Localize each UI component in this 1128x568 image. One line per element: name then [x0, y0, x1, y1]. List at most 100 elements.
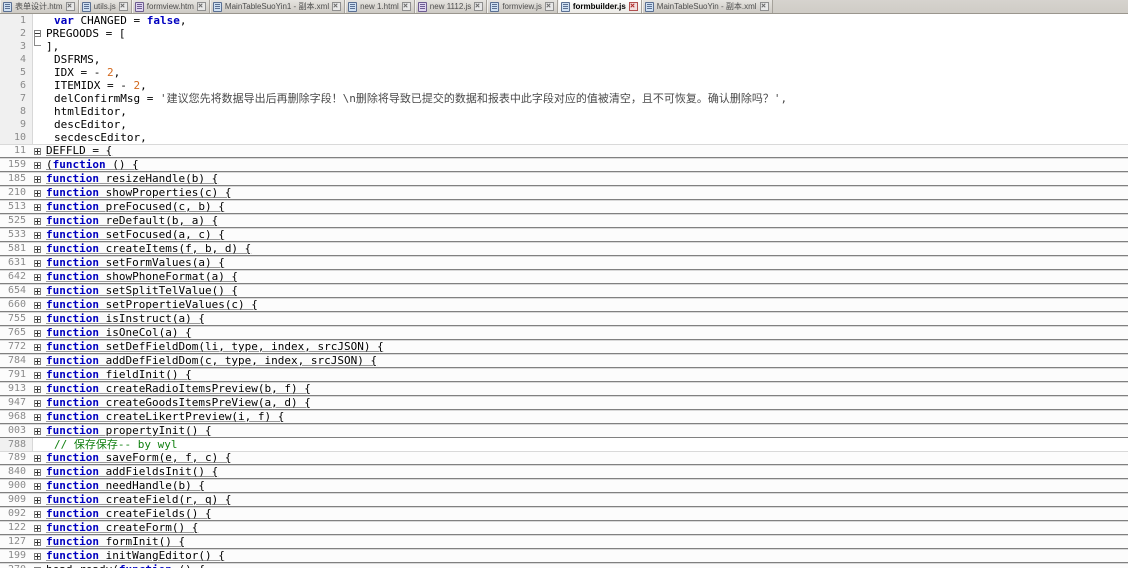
code-line-folded[interactable]: 660 function setPropertieValues(c) {	[0, 298, 1128, 312]
code-line-folded[interactable]: 092 function createFields() {	[0, 507, 1128, 521]
code-line-folded[interactable]: 947 function createGoodsItemsPreView(a, d…	[0, 396, 1128, 410]
code-line-folded[interactable]: 789 function saveForm(e, f, c) {	[0, 451, 1128, 465]
code-line[interactable]: 8 htmlEditor,	[0, 105, 1128, 118]
fold-expand-icon[interactable]	[34, 511, 41, 518]
code-line-folded[interactable]: 913 function createRadioItemsPreview(b, f…	[0, 382, 1128, 396]
code-line-folded[interactable]: 525 function reDefault(b, a) {	[0, 214, 1128, 228]
code-line[interactable]: 5 IDX = - 2,	[0, 66, 1128, 79]
code-line[interactable]: 1 var CHANGED = false,	[0, 14, 1128, 27]
editor-tab-label: new 1112.js	[429, 2, 472, 11]
code-line-folded[interactable]: 210 function showProperties(c) {	[0, 186, 1128, 200]
fold-expand-icon[interactable]	[34, 455, 41, 462]
fold-expand-icon[interactable]	[34, 162, 41, 169]
fold-expand-icon[interactable]	[34, 428, 41, 435]
fold-expand-icon[interactable]	[34, 497, 41, 504]
editor-tab[interactable]: formbuilder.js	[557, 0, 642, 13]
fold-expand-icon[interactable]	[34, 288, 41, 295]
code-line-folded[interactable]: 533 function setFocused(a, c) {	[0, 228, 1128, 242]
code-line-folded[interactable]: 784 function addDefFieldDom(c, type, inde…	[0, 354, 1128, 368]
fold-expand-icon[interactable]	[34, 302, 41, 309]
code-line-folded[interactable]: 755 function isInstruct(a) {	[0, 312, 1128, 326]
fold-expand-icon[interactable]	[34, 330, 41, 337]
close-icon[interactable]	[628, 2, 638, 11]
fold-expand-icon[interactable]	[34, 386, 41, 393]
code-editor-area[interactable]: 1 var CHANGED = false, 2 PREGOODS = [3], 4 DS…	[0, 14, 1128, 568]
code-line-folded[interactable]: 11 DEFFLD = {	[0, 144, 1128, 158]
fold-expand-icon[interactable]	[34, 232, 41, 239]
code-line[interactable]: 4 DSFRMS,	[0, 53, 1128, 66]
editor-tab[interactable]: new 1112.js	[414, 0, 488, 13]
editor-tab[interactable]: formview.htm	[131, 0, 210, 13]
code-line-folded[interactable]: 513 function preFocused(c, b) {	[0, 200, 1128, 214]
code-line-folded[interactable]: 199 function initWangEditor() {	[0, 549, 1128, 563]
fold-expand-icon[interactable]	[34, 204, 41, 211]
code-line-folded[interactable]: 772 function setDefFieldDom(li, type, ind…	[0, 340, 1128, 354]
code-line-folded[interactable]: 909 function createField(r, q) {	[0, 493, 1128, 507]
editor-tab[interactable]: MainTableSuoYin1 - 副本.xml	[209, 0, 346, 13]
fold-expand-icon[interactable]	[34, 218, 41, 225]
editor-tab-label: formbuilder.js	[572, 2, 626, 11]
file-js-icon	[81, 1, 91, 12]
fold-expand-icon[interactable]	[34, 483, 41, 490]
fold-expand-icon[interactable]	[34, 525, 41, 532]
fold-expand-icon[interactable]	[34, 316, 41, 323]
close-icon[interactable]	[544, 2, 554, 11]
editor-tab-label: MainTableSuoYin1 - 副本.xml	[224, 2, 330, 11]
code-line[interactable]: 788 // 保存保存-- by wyl	[0, 438, 1128, 451]
editor-tab[interactable]: utils.js	[78, 0, 132, 13]
fold-expand-icon[interactable]	[34, 372, 41, 379]
fold-expand-icon[interactable]	[34, 469, 41, 476]
code-line-folded[interactable]: 654 function setSplitTelValue() {	[0, 284, 1128, 298]
code-line-folded[interactable]: 003 function propertyInit() {	[0, 424, 1128, 438]
close-icon[interactable]	[65, 2, 75, 11]
fold-expand-icon[interactable]	[34, 358, 41, 365]
editor-tab[interactable]: new 1.html	[345, 0, 415, 13]
close-icon[interactable]	[401, 2, 411, 11]
code-line-folded[interactable]: 185 function resizeHandle(b) {	[0, 172, 1128, 186]
code-line-folded[interactable]: 840 function addFieldsInit() {	[0, 465, 1128, 479]
code-line-folded[interactable]: 791 function fieldInit() {	[0, 368, 1128, 382]
code-line-folded[interactable]: 968 function createLikertPreview(i, f) {	[0, 410, 1128, 424]
close-icon[interactable]	[759, 2, 769, 11]
close-icon[interactable]	[196, 2, 206, 11]
fold-expand-icon[interactable]	[34, 344, 41, 351]
code-line-folded[interactable]: 127 function formInit() {	[0, 535, 1128, 549]
close-icon[interactable]	[118, 2, 128, 11]
code-line[interactable]: 6 ITEMIDX = - 2,	[0, 79, 1128, 92]
editor-tab-bar[interactable]: 表单设计.htm utils.js formview.htm MainTableSuo…	[0, 0, 1128, 14]
close-icon[interactable]	[332, 2, 342, 11]
code-text: function showPhoneFormat(a) {	[46, 270, 239, 283]
editor-tab[interactable]: 表单设计.htm	[0, 0, 79, 13]
code-line[interactable]: 10 secdescEditor,	[0, 131, 1128, 144]
code-line[interactable]: 3],	[0, 34, 1128, 53]
line-number: 909	[7, 494, 26, 505]
code-line[interactable]: 9 descEditor,	[0, 118, 1128, 131]
code-lines[interactable]: 1 var CHANGED = false, 2 PREGOODS = [3], 4 DS…	[0, 14, 1128, 568]
fold-expand-icon[interactable]	[34, 176, 41, 183]
fold-expand-icon[interactable]	[34, 260, 41, 267]
code-text: function needHandle(b) {	[46, 479, 205, 492]
fold-expand-icon[interactable]	[34, 148, 41, 155]
code-line[interactable]: 2 PREGOODS = [	[0, 27, 1128, 40]
code-line-folded[interactable]: 642 function showPhoneFormat(a) {	[0, 270, 1128, 284]
close-icon[interactable]	[474, 2, 484, 11]
code-line-folded[interactable]: 581 function createItems(f, b, d) {	[0, 242, 1128, 256]
fold-expand-icon[interactable]	[34, 190, 41, 197]
code-line-folded[interactable]: 631 function setFormValues(a) {	[0, 256, 1128, 270]
file-xml-icon	[212, 1, 222, 12]
editor-tab[interactable]: MainTableSuoYin - 副本.xml	[641, 0, 773, 13]
line-number: 533	[7, 229, 26, 240]
fold-expand-icon[interactable]	[34, 553, 41, 560]
fold-expand-icon[interactable]	[34, 539, 41, 546]
fold-expand-icon[interactable]	[34, 414, 41, 421]
code-line-folded[interactable]: 270 head.ready(function () {	[0, 563, 1128, 568]
code-line[interactable]: 7 delConfirmMsg = '建议您先将数据导出后再删除字段！\n删除将导…	[0, 92, 1128, 105]
code-line-folded[interactable]: 900 function needHandle(b) {	[0, 479, 1128, 493]
editor-tab[interactable]: formview.js	[487, 0, 558, 13]
fold-expand-icon[interactable]	[34, 246, 41, 253]
code-line-folded[interactable]: 765 function isOneCol(a) {	[0, 326, 1128, 340]
code-line-folded[interactable]: 122 function createForm() {	[0, 521, 1128, 535]
code-line-folded[interactable]: 159 (function () {	[0, 158, 1128, 172]
fold-expand-icon[interactable]	[34, 400, 41, 407]
fold-expand-icon[interactable]	[34, 274, 41, 281]
